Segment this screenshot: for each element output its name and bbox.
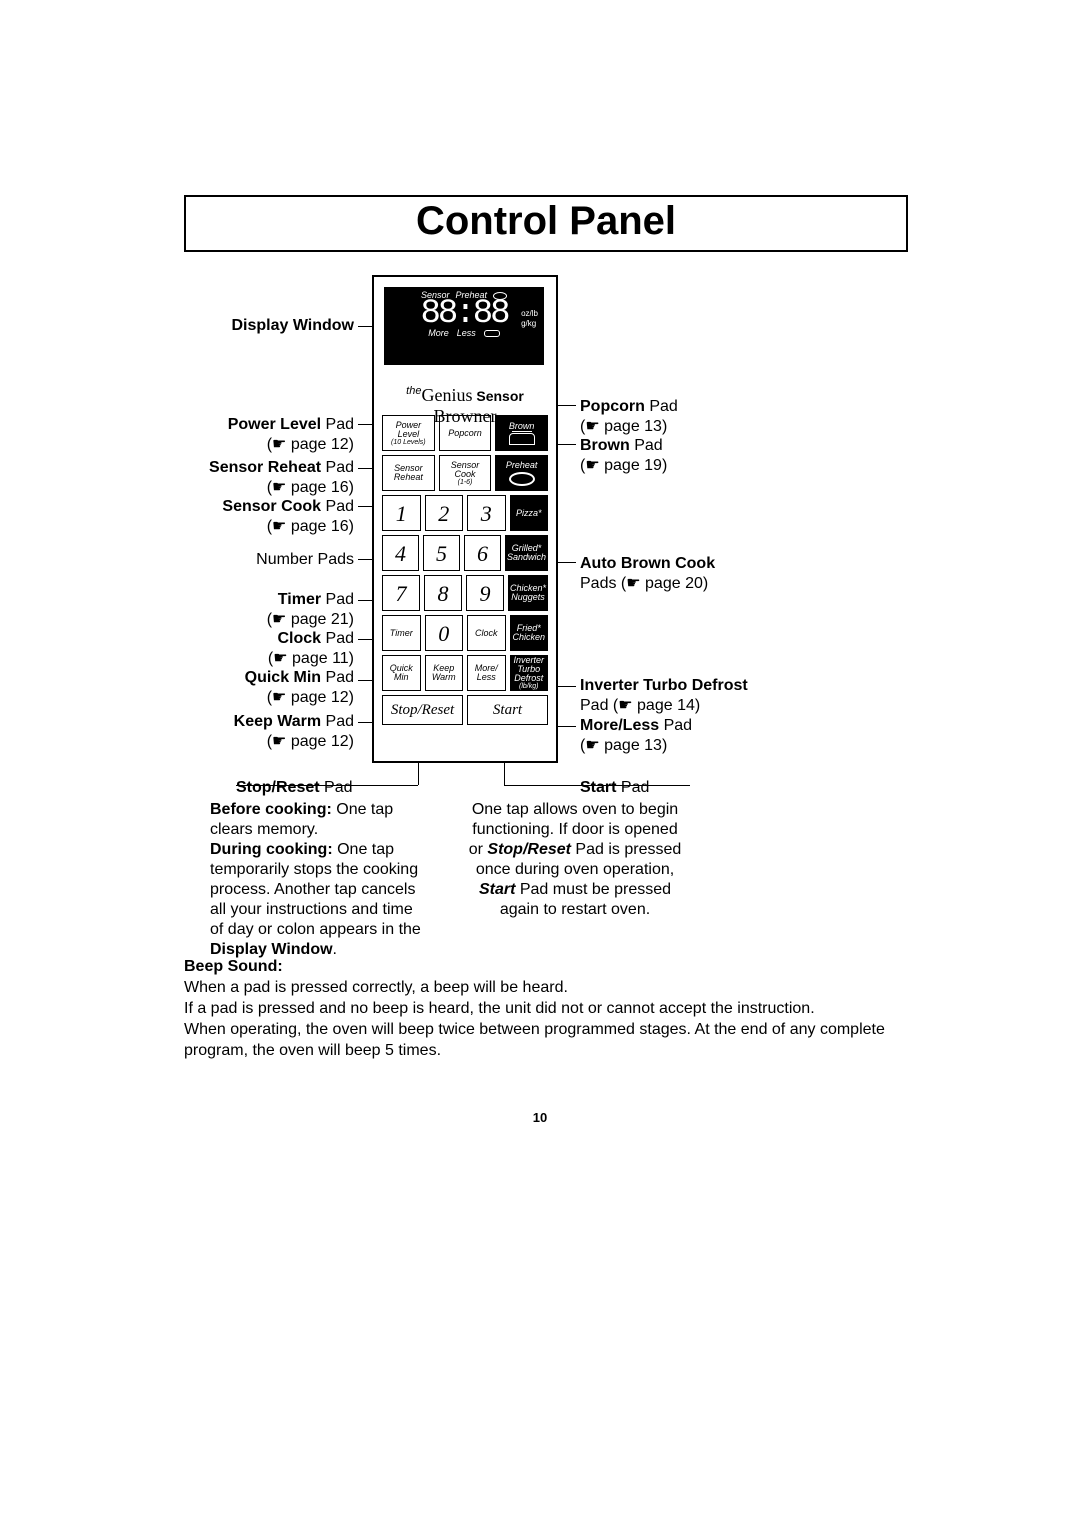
num-5-pad[interactable]: 5 [423,535,460,571]
num-0-pad[interactable]: 0 [425,615,464,651]
num-1-pad[interactable]: 1 [382,495,421,531]
label-start: Start Pad [580,778,649,798]
grilled-sandwich-pad[interactable]: Grilled* Sandwich [505,535,548,571]
label-inverter: Inverter Turbo Defrost Pad (☛ page 14) [580,676,748,716]
turntable-icon [484,330,500,337]
preheat-icon [509,472,535,486]
label-display-window: Display Window [231,316,354,336]
label-auto-brown: Auto Brown Cook Pads (☛ page 20) [580,554,715,594]
label-power-level: Power Level Pad (☛ page 12) [228,415,354,455]
num-7-pad[interactable]: 7 [382,575,420,611]
stop-reset-description: Before cooking: One tap clears memory. D… [210,800,430,960]
num-9-pad[interactable]: 9 [466,575,504,611]
preheat-pad[interactable]: Preheat [495,455,548,491]
units-gkg: g/kg [521,319,538,329]
label-timer: Timer Pad (☛ page 21) [267,590,354,630]
beep-line1: When a pad is pressed correctly, a beep … [184,979,568,996]
display-window: Sensor Preheat 88:88 oz/lb g/kg More Les… [384,287,544,365]
label-popcorn: Popcorn Pad (☛ page 13) [580,397,678,437]
label-clock: Clock Pad (☛ page 11) [268,629,354,669]
popcorn-pad[interactable]: Popcorn [439,415,492,451]
fried-chicken-pad[interactable]: Fried* Chicken [510,615,549,651]
timer-pad[interactable]: Timer [382,615,421,651]
chicken-nuggets-pad[interactable]: Chicken* Nuggets [508,575,548,611]
num-6-pad[interactable]: 6 [464,535,501,571]
label-sensor-cook: Sensor Cook Pad (☛ page 16) [222,497,354,537]
stop-reset-pad[interactable]: Stop/Reset [382,695,463,725]
label-stop-reset: Stop/Reset Pad [236,778,353,798]
num-8-pad[interactable]: 8 [424,575,462,611]
start-pad[interactable]: Start [467,695,548,725]
sensor-cook-pad[interactable]: Sensor Cook (1-6) [439,455,492,491]
pizza-pad[interactable]: Pizza* [510,495,549,531]
label-keep-warm: Keep Warm Pad (☛ page 12) [234,712,354,752]
num-4-pad[interactable]: 4 [382,535,419,571]
beep-line2: If a pad is pressed and no beep is heard… [184,1000,815,1017]
beep-sound-section: Beep Sound: When a pad is pressed correc… [184,956,904,1061]
display-digits: 88:88 [384,298,544,330]
sensor-reheat-pad[interactable]: Sensor Reheat [382,455,435,491]
control-panel: Sensor Preheat 88:88 oz/lb g/kg More Les… [372,275,558,763]
num-3-pad[interactable]: 3 [467,495,506,531]
power-level-pad[interactable]: Power Level (10 Levels) [382,415,435,451]
brown-icon [509,433,535,445]
title-box: Control Panel [184,195,908,252]
label-number-pads: Number Pads [256,550,354,570]
page-title: Control Panel [186,199,906,244]
indicator-more: More [428,328,449,338]
indicator-less: Less [457,328,476,338]
num-2-pad[interactable]: 2 [425,495,464,531]
quick-min-pad[interactable]: Quick Min [382,655,421,691]
label-brown: Brown Pad (☛ page 19) [580,436,667,476]
beep-heading: Beep Sound: [184,958,283,975]
label-sensor-reheat: Sensor Reheat Pad (☛ page 16) [209,458,354,498]
more-less-pad[interactable]: More/ Less [467,655,506,691]
label-quick-min: Quick Min Pad (☛ page 12) [245,668,354,708]
start-description: One tap allows oven to begin functioning… [450,800,700,920]
beep-line3: When operating, the oven will beep twice… [184,1021,885,1059]
keep-warm-pad[interactable]: Keep Warm [425,655,464,691]
page-number: 10 [0,1110,1080,1125]
brown-pad[interactable]: Brown [495,415,548,451]
label-more-less: More/Less Pad (☛ page 13) [580,716,692,756]
units-ozlb: oz/lb [521,309,538,319]
clock-pad[interactable]: Clock [467,615,506,651]
inverter-defrost-pad[interactable]: Inverter Turbo Defrost (lb/kg) [510,655,549,691]
